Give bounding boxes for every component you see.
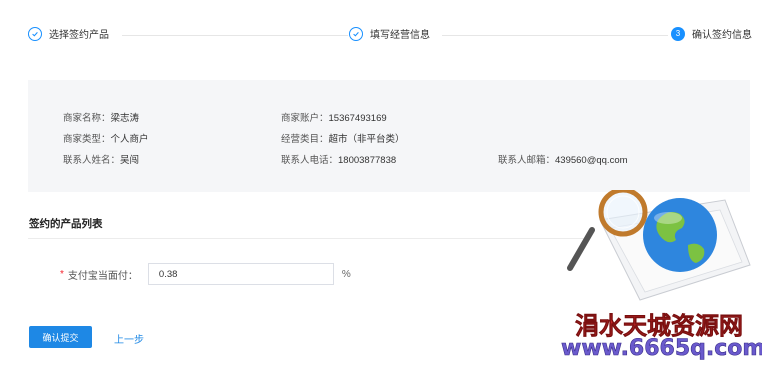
merchant-info-panel: 商家名称：梁志涛 商家账户：15367493169 商家类型：个人商户 经营类目… [28,80,750,192]
watermark-url: www.6665q.com [561,336,762,362]
rate-unit: % [341,268,351,280]
contact-name-field: 联系人姓名：吴闯 [63,152,139,166]
rate-form-row: * 支付宝当面付： % [60,262,351,286]
step-label: 选择签约产品 [49,30,109,41]
business-category-field: 经营类目：超市（非平台类） [281,131,405,145]
field-value: 梁志涛 [110,113,140,124]
check-icon [349,26,363,41]
field-value: 超市（非平台类） [328,134,405,145]
rate-label: 支付宝当面付： [67,270,138,282]
step-progress: 选择签约产品 填写经营信息 3 确认签约信息 [28,26,752,46]
required-mark: * [60,268,64,280]
step-select-product: 选择签约产品 [28,26,109,41]
field-label: 经营类目： [281,134,329,145]
product-list-title: 签约的产品列表 [29,218,103,230]
merchant-name-field: 商家名称：梁志涛 [63,110,139,124]
step-label: 填写经营信息 [370,30,430,41]
merchant-type-field: 商家类型：个人商户 [63,131,149,145]
step-confirm-info: 3 确认签约信息 [671,26,752,41]
field-value: 个人商户 [110,134,149,145]
contact-phone-field: 联系人电话：18003877838 [281,152,396,166]
step-label: 确认签约信息 [692,30,752,41]
step-connector [442,35,668,36]
previous-step-link[interactable]: 上一步 [114,331,144,346]
step-number: 3 [671,26,685,41]
field-value: 吴闯 [120,155,140,166]
step-connector [122,35,348,36]
field-label: 联系人邮箱： [498,155,556,166]
field-value: 439560@qq.com [555,155,628,166]
field-label: 联系人电话： [281,155,339,166]
merchant-account-field: 商家账户：15367493169 [281,110,387,124]
divider [28,238,588,239]
magnifier-globe-icon [567,190,751,301]
field-label: 商家名称： [63,113,111,124]
confirm-submit-button[interactable]: 确认提交 [29,326,92,348]
field-label: 联系人姓名： [63,155,121,166]
step-business-info: 填写经营信息 [349,26,430,41]
field-value: 15367493169 [328,113,387,124]
field-label: 商家类型： [63,134,111,145]
field-value: 18003877838 [338,155,397,166]
rate-input[interactable] [147,263,334,285]
contact-email-field: 联系人邮箱：439560@qq.com [498,152,628,166]
check-icon [28,26,42,41]
field-label: 商家账户： [281,113,329,124]
